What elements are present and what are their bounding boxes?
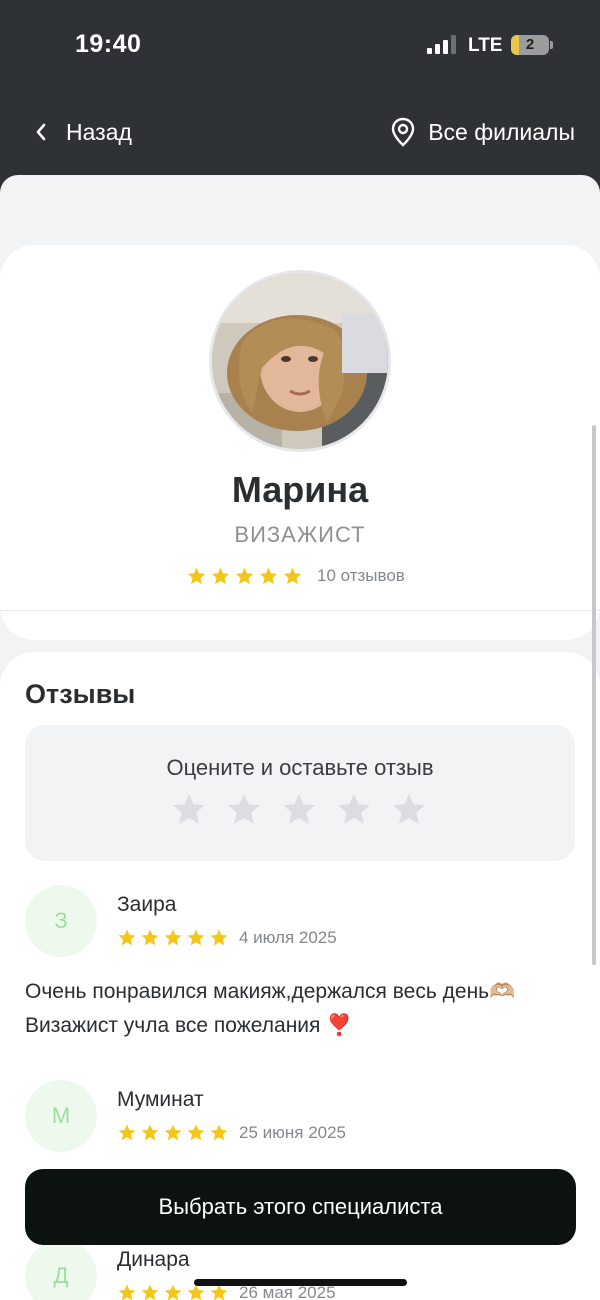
review-meta: 4 июля 2025 (117, 928, 337, 948)
specialist-rating[interactable]: 10 отзывов (186, 563, 405, 589)
status-time: 19:40 (75, 30, 142, 58)
rating-stars (186, 566, 303, 587)
avatar-photo (212, 273, 388, 449)
content-sheet: Марина ВИЗАЖИСТ 10 отзывов Отзывы Оценит… (0, 175, 600, 1300)
rate-star-2-icon[interactable] (225, 791, 263, 829)
specialist-role: ВИЗАЖИСТ (234, 522, 366, 547)
star-icon (140, 1123, 160, 1143)
star-icon (140, 1283, 160, 1300)
reviewer-avatar: М (25, 1080, 97, 1152)
status-bar: 19:40 LTE 2 (0, 0, 600, 90)
profile-card: Марина ВИЗАЖИСТ 10 отзывов (0, 245, 600, 640)
battery-level: 2 (525, 36, 535, 53)
star-icon (186, 928, 206, 948)
battery-tip (550, 41, 553, 49)
reviewer-name: Заира (117, 893, 177, 916)
review-date: 4 июля 2025 (239, 928, 337, 947)
rate-stars-input[interactable] (170, 791, 428, 829)
star-icon (234, 566, 255, 587)
review-stars (117, 1123, 229, 1143)
star-icon (209, 1123, 229, 1143)
avatar (209, 270, 391, 452)
select-specialist-button[interactable]: Выбрать этого специалиста (25, 1169, 576, 1245)
scrollbar[interactable] (592, 425, 596, 965)
star-icon (210, 566, 231, 587)
star-icon (117, 928, 137, 948)
back-button[interactable]: Назад (34, 115, 132, 149)
battery-icon: 2 (511, 35, 549, 55)
signal-icon (427, 35, 459, 54)
rate-prompt: Оцените и оставьте отзыв (166, 755, 434, 780)
star-icon (140, 928, 160, 948)
star-icon (163, 1123, 183, 1143)
star-icon (163, 1283, 183, 1300)
reviewer-name: Динара (117, 1248, 190, 1271)
review-stars (117, 928, 229, 948)
rate-star-3-icon[interactable] (280, 791, 318, 829)
review-text: Очень понравился макияж,держался весь де… (25, 980, 516, 1037)
reviewer-name: Муминат (117, 1088, 204, 1111)
reviews-count: 10 отзывов (317, 566, 405, 585)
star-icon (282, 566, 303, 587)
review-meta: 25 июня 2025 (117, 1123, 346, 1143)
all-branches-label: Все филиалы (428, 118, 575, 145)
rate-star-4-icon[interactable] (335, 791, 373, 829)
rate-star-5-icon[interactable] (390, 791, 428, 829)
specialist-name: Марина (231, 469, 369, 510)
star-icon (163, 928, 183, 948)
star-icon (117, 1123, 137, 1143)
reviews-title: Отзывы (25, 679, 136, 709)
star-icon (258, 566, 279, 587)
network-type: LTE (468, 35, 503, 56)
location-pin-icon (391, 117, 415, 147)
chevron-left-icon (36, 123, 46, 141)
star-icon (209, 928, 229, 948)
divider (0, 610, 600, 611)
nav-bar: Назад Все филиалы (0, 105, 600, 160)
all-branches-button[interactable]: Все филиалы (390, 115, 575, 149)
star-icon (186, 566, 207, 587)
reviewer-avatar: З (25, 885, 97, 957)
star-icon (186, 1123, 206, 1143)
reviewer-avatar: Д (25, 1240, 97, 1300)
rate-box: Оцените и оставьте отзыв (25, 725, 575, 861)
rate-star-1-icon[interactable] (170, 791, 208, 829)
home-indicator[interactable] (194, 1279, 407, 1286)
back-label: Назад (66, 118, 132, 145)
star-icon (117, 1283, 137, 1300)
review-date: 25 июня 2025 (239, 1123, 347, 1142)
